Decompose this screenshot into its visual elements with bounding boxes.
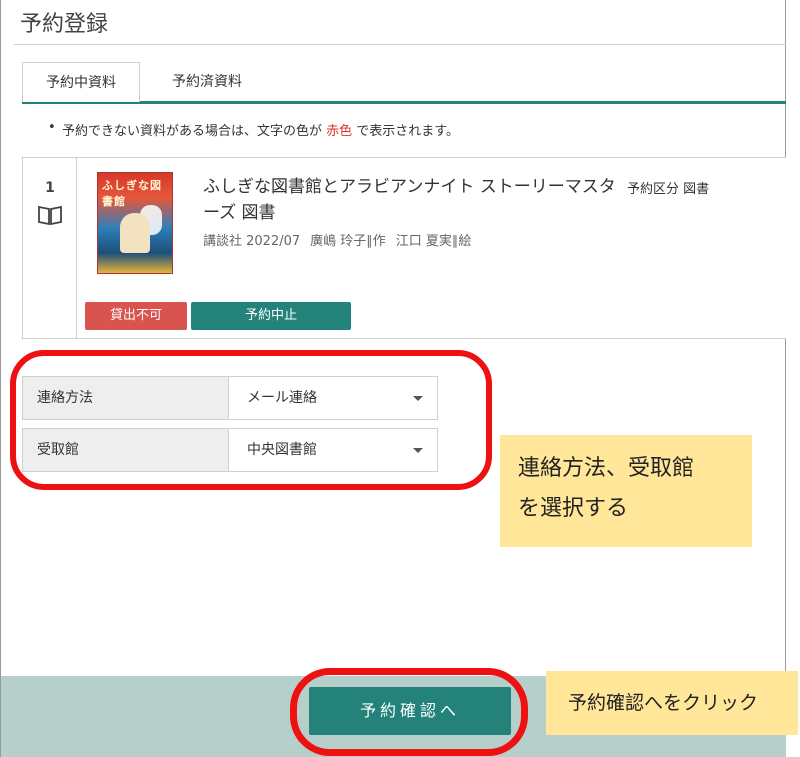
status-badge: 貸出不可 xyxy=(85,302,187,330)
cover-title-text: ふしぎな図書館 xyxy=(102,179,162,208)
item-author: 廣嶋 玲子∥作 xyxy=(310,234,386,249)
book-icon xyxy=(38,205,62,226)
book-cover-image[interactable]: ふしぎな図書館 xyxy=(97,172,173,274)
item-index-column: 1 xyxy=(23,158,77,338)
page-title: 予約登録 xyxy=(20,12,109,37)
reservation-item: 1 ふしぎな図書館 ふしぎな図書館とアラビアンナイト ストーリーマスターズ 図書… xyxy=(22,157,786,339)
form-highlight-outline xyxy=(10,350,492,490)
notice-after: で表示されます。 xyxy=(352,124,459,139)
form-instruction-line2: を選択する xyxy=(518,496,629,521)
form-instruction-line1: 連絡方法、受取館 xyxy=(518,456,695,481)
item-reservation-type: 予約区分 図書 xyxy=(627,182,710,197)
notice-text: • 予約できない資料がある場合は、文字の色が 赤色 で表示されます。 xyxy=(48,120,459,139)
item-number: 1 xyxy=(45,180,55,196)
title-divider xyxy=(14,44,786,45)
notice-before: 予約できない資料がある場合は、文字の色が xyxy=(62,124,327,139)
item-publisher: 講談社 2022/07 xyxy=(203,234,301,249)
cancel-reservation-button[interactable]: 予約中止 xyxy=(191,302,351,330)
tab-reserving[interactable]: 予約中資料 xyxy=(22,62,140,102)
bullet-icon: • xyxy=(48,120,56,135)
item-illustrator: 江口 夏実∥絵 xyxy=(395,234,472,249)
confirm-highlight-outline xyxy=(290,668,528,756)
confirm-instruction-callout: 予約確認へをクリック xyxy=(546,671,798,735)
notice-highlight: 赤色 xyxy=(326,124,353,139)
tab-bar: 予約中資料 予約済資料 xyxy=(22,62,786,102)
cover-figure xyxy=(120,213,150,253)
item-title[interactable]: ふしぎな図書館とアラビアンナイト ストーリーマスターズ 図書 xyxy=(203,174,623,226)
item-meta: 講談社 2022/07 廣嶋 玲子∥作 江口 夏実∥絵 xyxy=(203,230,481,249)
form-instruction-callout: 連絡方法、受取館 を選択する xyxy=(500,435,752,547)
tab-reserved[interactable]: 予約済資料 xyxy=(156,62,258,102)
